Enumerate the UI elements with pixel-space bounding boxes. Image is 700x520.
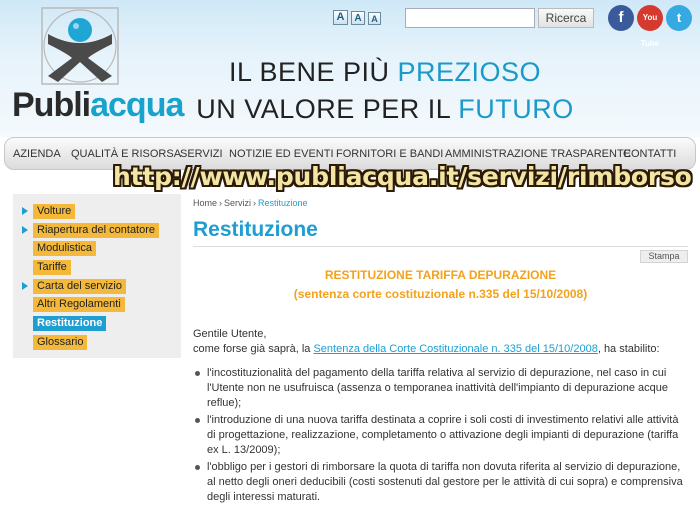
font-size-large-button[interactable]: A [333, 10, 348, 25]
sentenza-link[interactable]: Sentenza della Corte Costituzionale n. 3… [313, 343, 597, 355]
nav-item-fornitori-e-bandi[interactable]: FORNITORI E BANDI [336, 148, 443, 160]
site-header: Publiacqua A A A Ricerca f You Tube t IL… [0, 0, 700, 137]
sidebar-item-altri-regolamenti[interactable]: Altri Regolamenti [33, 297, 125, 312]
slogan-line-1: IL BENE PIÙ PREZIOSO [228, 57, 542, 87]
facebook-icon[interactable]: f [608, 5, 634, 31]
sidebar-item-carta-del-servizio[interactable]: Carta del servizio [33, 279, 126, 294]
section-heading: RESTITUZIONE TARIFFA DEPURAZIONE [324, 268, 557, 282]
greeting-text: Gentile Utente, [193, 328, 267, 340]
sidebar-item-volture[interactable]: Volture [33, 204, 76, 219]
title-divider [193, 246, 688, 247]
list-item: l'introduzione di una nuova tariffa dest… [193, 413, 688, 458]
sidebar-menu: Volture Riapertura del contatore Modulis… [13, 194, 181, 358]
breadcrumb: Home › Servizi › Restituzione [193, 198, 308, 208]
sidebar-item-restituzione[interactable]: Restituzione [33, 316, 107, 331]
list-item: l'incostituzionalità del pagamento della… [193, 366, 688, 411]
bullet-icon [195, 418, 200, 423]
nav-item-notizie-ed-eventi[interactable]: NOTIZIE ED EVENTI [229, 148, 334, 160]
print-button[interactable]: Stampa [640, 250, 688, 263]
search-button[interactable]: Ricerca [538, 8, 594, 28]
page-title: Restituzione [193, 218, 318, 241]
url-overlay-banner: http://www.publiacqua.it/servizi/rimbors… [113, 162, 692, 191]
arrow-right-icon [22, 282, 28, 290]
nav-item-qualita-e-risorsa[interactable]: QUALITÀ E RISORSA [71, 148, 181, 160]
youtube-icon[interactable]: You Tube [637, 5, 663, 48]
sidebar-item-tariffe[interactable]: Tariffe [33, 260, 71, 275]
nav-item-contatti[interactable]: CONTATTI [623, 148, 676, 160]
publiacqua-logo-icon[interactable] [38, 4, 122, 88]
breadcrumb-servizi-link[interactable]: Servizi [224, 198, 251, 208]
list-item: l'obbligo per i gestori di rimborsare la… [193, 460, 688, 505]
search-input[interactable] [405, 8, 535, 28]
nav-item-amministrazione-trasparente[interactable]: AMMINISTRAZIONE TRASPARENTE [445, 148, 631, 160]
section-subheading: (sentenza corte costituzionale n.335 del… [293, 287, 588, 301]
rulings-list: l'incostituzionalità del pagamento della… [193, 366, 688, 507]
logo-wordmark[interactable]: Publiacqua [12, 86, 184, 125]
breadcrumb-home-link[interactable]: Home [193, 198, 217, 208]
font-size-small-button[interactable]: A [368, 12, 381, 25]
sidebar-item-glossario[interactable]: Glossario [33, 335, 88, 350]
bullet-icon [195, 371, 200, 376]
breadcrumb-separator: › [253, 198, 257, 208]
intro-paragraph: come forse già saprà, la Sentenza della … [193, 343, 660, 355]
bullet-icon [195, 465, 200, 470]
sidebar-item-riapertura-contatore[interactable]: Riapertura del contatore [33, 223, 160, 238]
breadcrumb-current: Restituzione [258, 198, 308, 208]
nav-item-azienda[interactable]: AZIENDA [13, 148, 61, 160]
twitter-icon[interactable]: t [666, 5, 692, 31]
breadcrumb-separator: › [219, 198, 223, 208]
nav-item-servizi[interactable]: SERVIZI [180, 148, 223, 160]
sidebar-item-modulistica[interactable]: Modulistica [33, 241, 97, 256]
arrow-right-icon [22, 207, 28, 215]
slogan-line-2: UN VALORE PER IL FUTURO [196, 94, 574, 124]
font-size-medium-button[interactable]: A [351, 11, 365, 25]
font-size-controls: A A A [333, 10, 381, 25]
arrow-right-icon [22, 226, 28, 234]
